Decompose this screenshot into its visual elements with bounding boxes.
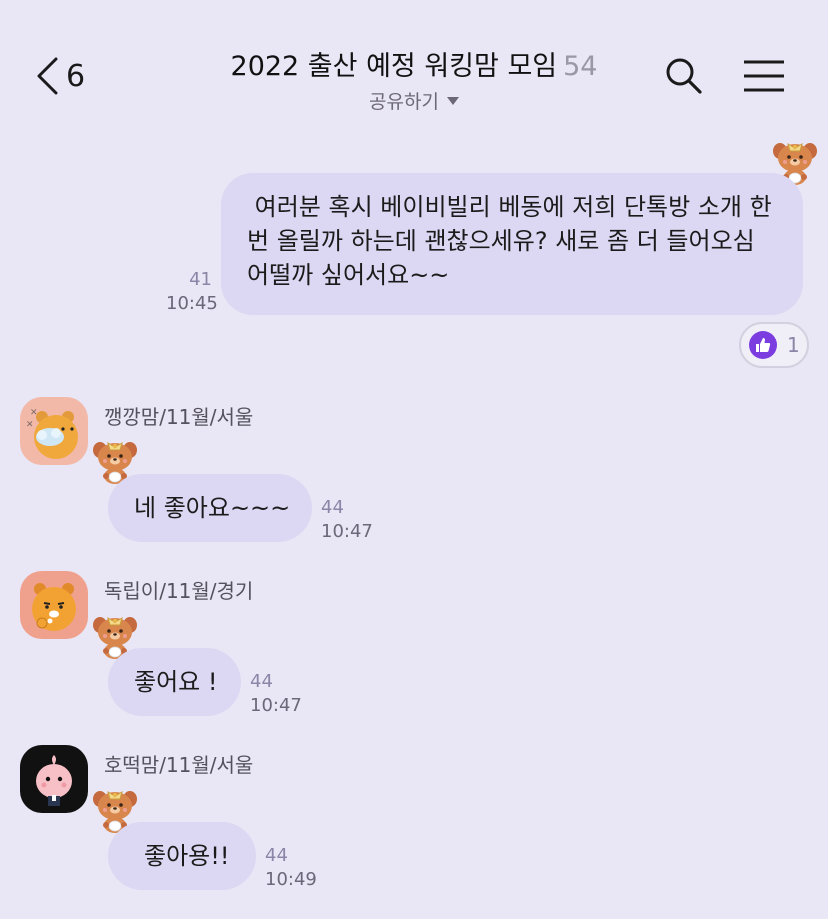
message-bubble[interactable]: 여러분 혹시 베이비빌리 베동에 저희 단톡방 소개 한 번 올릴까 하는데 괜… (221, 173, 803, 315)
message-bubble[interactable]: 네 좋아요~~~ (108, 474, 312, 542)
avatar[interactable] (20, 745, 88, 813)
unread-count: 44 (321, 497, 344, 518)
ryan-character-icon (32, 583, 76, 631)
member-count: 54 (563, 51, 598, 82)
search-button[interactable] (664, 56, 704, 96)
menu-button[interactable] (742, 58, 786, 94)
message-text: 네 좋아요~~~ (134, 494, 291, 522)
message-line: 어떨까 싶어서요~~ (247, 261, 450, 289)
svg-text:✕: ✕ (30, 408, 38, 418)
chat-room-name: 2022 출산 예정 워킹맘 모임 (230, 51, 558, 82)
apeach-character-icon (36, 755, 72, 806)
unread-count: 41 (189, 269, 212, 290)
message-line: 번 올릴까 하는데 괜찮으세유? 새로 좀 더 들어오심 (247, 227, 755, 255)
share-dropdown[interactable]: 공유하기 (369, 87, 459, 114)
share-label: 공유하기 (369, 91, 439, 113)
message-meta: 44 10:47 (250, 670, 302, 718)
unread-count: 44 (250, 671, 273, 692)
message-bubble[interactable]: 좋어요 ! (108, 648, 241, 716)
chat-header: 6 2022 출산 예정 워킹맘 모임 54 공유하기 (0, 0, 828, 130)
message-time: 10:49 (265, 869, 317, 890)
search-icon (666, 58, 702, 94)
message-meta: 44 10:49 (265, 844, 317, 892)
thumbs-up-icon (749, 331, 777, 359)
message-meta: 44 10:47 (321, 496, 373, 544)
reaction-badge[interactable]: 1 (739, 322, 809, 368)
message-meta: 41 10:45 (166, 268, 218, 316)
reaction-count: 1 (787, 333, 800, 357)
sender-name: 호떡맘/11월/서울 (104, 753, 254, 777)
message-time: 10:47 (321, 521, 373, 542)
message-bubble[interactable]: 좋아용!! (108, 822, 256, 890)
hamburger-menu-icon (744, 60, 784, 92)
avatar[interactable] (20, 571, 88, 639)
sender-name: 깽깡맘/11월/서울 (104, 405, 254, 429)
message-time: 10:45 (166, 293, 218, 314)
unread-count: 44 (265, 845, 288, 866)
chevron-down-icon (446, 96, 459, 105)
ryan-character-icon: ✕ ✕ (26, 408, 78, 459)
message-line: 여러분 혹시 베이비빌리 베동에 저희 단톡방 소개 한 (247, 193, 772, 221)
avatar[interactable]: ✕ ✕ (20, 397, 88, 465)
message-text: 좋어요 ! (134, 668, 218, 696)
svg-text:✕: ✕ (26, 420, 34, 430)
sender-name: 독립이/11월/경기 (104, 579, 254, 603)
message-text: 좋아용!! (144, 842, 230, 870)
message-time: 10:47 (250, 695, 302, 716)
